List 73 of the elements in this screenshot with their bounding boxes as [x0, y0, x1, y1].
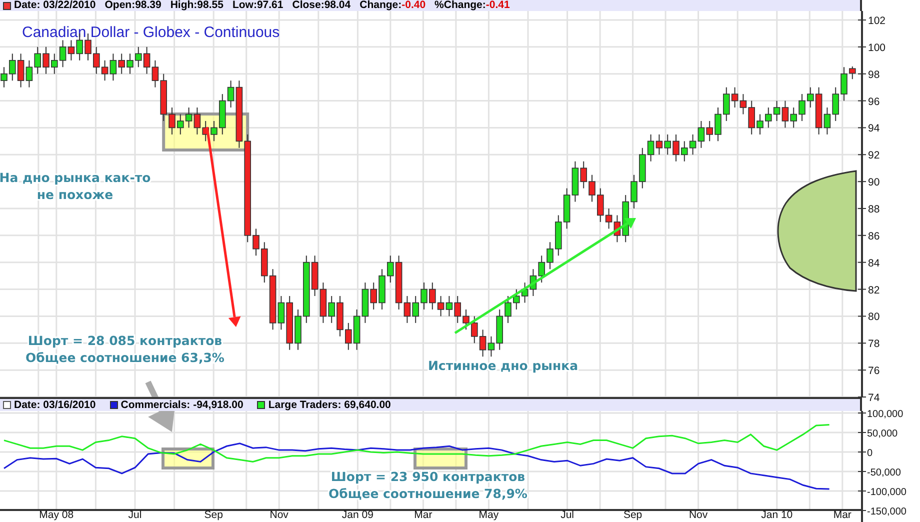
axis-label: 50,000 [867, 428, 898, 440]
axis-label: Nov [688, 509, 708, 521]
candlestick [840, 66, 848, 102]
candlestick [336, 296, 344, 337]
quote-change: %Change:-0.41 [434, 0, 510, 11]
axis-label: Sep [204, 509, 223, 521]
axis-label: 86 [868, 230, 880, 242]
candlestick [252, 228, 260, 256]
axis-label: Jul [128, 509, 142, 521]
axis-label: May [478, 509, 499, 521]
candlestick [504, 296, 512, 324]
axis-label: 90 [868, 176, 880, 189]
quote-date: Date: 03/22/2010 [14, 0, 96, 11]
axis-label: 102 [868, 15, 886, 27]
quote-change: Change:-0.40 [360, 0, 426, 11]
candlestick [210, 120, 218, 142]
annotation-text: Истинное дно рынка [428, 358, 578, 373]
candlestick [630, 174, 638, 209]
candlestick [84, 32, 92, 61]
axis-label: 94 [868, 122, 880, 135]
annotation-text: На дно рынка как-то не похоже [0, 170, 151, 202]
candlestick [798, 94, 806, 122]
candlestick [126, 53, 134, 74]
candlestick [42, 46, 50, 74]
axis-label: 80 [868, 311, 880, 324]
candlestick [714, 107, 722, 142]
candlestick [462, 308, 470, 330]
quote-field: Close:98.04 [292, 0, 351, 11]
axis-label: May 08 [39, 509, 74, 521]
legend-label: Commercials: -94,918.00 [120, 399, 244, 411]
axis-label: 88 [868, 204, 880, 216]
axis-label: Jul [560, 509, 574, 521]
axis-label: Nov [270, 509, 288, 521]
legend-label: Large Traders: 69,640.00 [268, 399, 391, 411]
axis-label: 100,000 [867, 409, 904, 420]
legend-date: Date: 03/16/2010 [14, 399, 96, 411]
axis-label: 82 [868, 284, 880, 296]
candlestick [420, 282, 428, 310]
candlestick [588, 174, 596, 202]
axis-label: 96 [868, 96, 880, 108]
quote-field: Low:97.61 [232, 0, 284, 11]
axis-label: Mar [833, 509, 852, 521]
axis-label: 74 [868, 392, 880, 404]
axis-label: 84 [868, 257, 880, 270]
candlestick [0, 66, 8, 88]
axis-label: Sep [623, 509, 642, 521]
annotation-text: Шорт = 23 950 контрактов Общее соотношение 78,9% [328, 469, 528, 501]
candlestick [756, 114, 764, 135]
axis-label: 78 [868, 338, 880, 350]
axis-label: Jan 09 [342, 509, 374, 521]
axis-label: 0 [867, 448, 873, 459]
axis-label: -150,000 [867, 506, 906, 518]
axis-label: -50,000 [867, 468, 901, 478]
candlestick [378, 268, 386, 310]
candlestick [168, 107, 176, 135]
quote-field: High:98.55 [170, 0, 224, 11]
axis-label: 100 [868, 42, 886, 54]
checkbox-icon [3, 401, 11, 409]
axis-label: 98 [868, 68, 880, 81]
quote-field: Open:98.39 [104, 0, 162, 11]
chart-title: Canadian Dollar - Globex - Continuous [22, 24, 280, 41]
axis-label: Jan 10 [761, 509, 793, 521]
axis-label: Mar [414, 509, 432, 521]
axis-label: 92 [868, 150, 880, 162]
candlestick [546, 242, 554, 270]
candlestick [294, 308, 302, 350]
highlight-box [162, 448, 214, 470]
candlestick [849, 66, 856, 80]
axis-label: 76 [868, 365, 880, 378]
candlestick [672, 134, 680, 162]
highlight-box [414, 448, 468, 470]
axis-label: -100,000 [867, 487, 906, 498]
annotation-text: Шорт = 28 085 контрактов Общее соотношение 63,3% [26, 333, 224, 365]
